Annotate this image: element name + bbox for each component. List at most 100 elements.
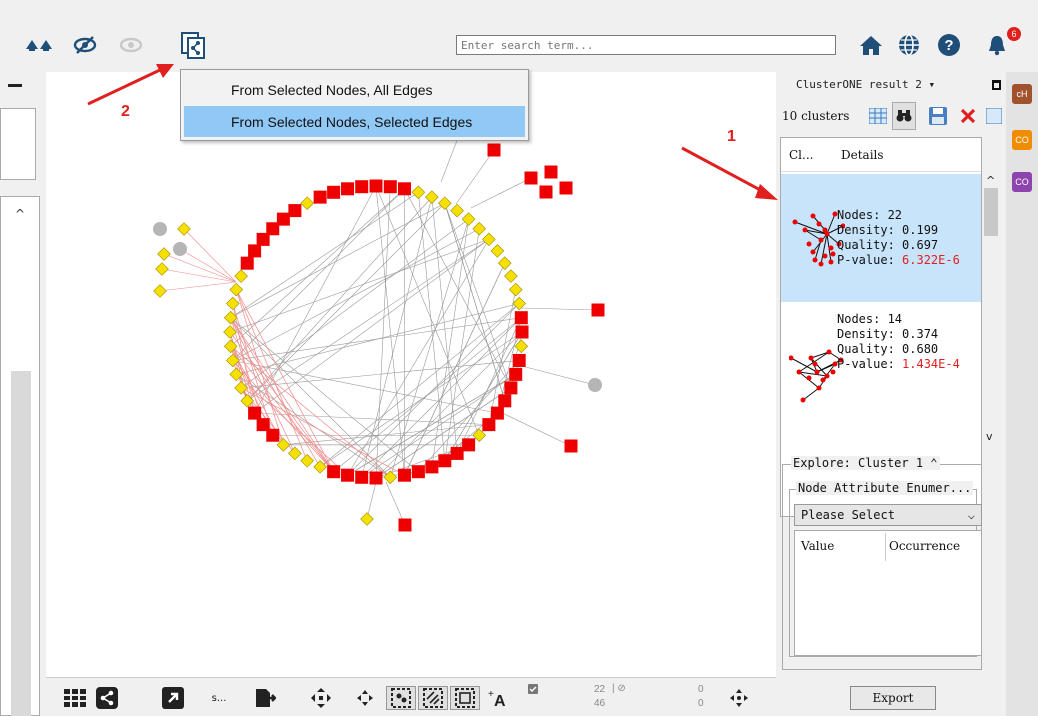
more-icon[interactable] [984, 106, 1004, 126]
network-node[interactable] [450, 203, 464, 218]
explore-title[interactable]: Explore: Cluster 1 ⌃ [791, 456, 940, 470]
network-node[interactable] [472, 221, 487, 236]
network-node[interactable] [240, 256, 254, 270]
network-node[interactable] [504, 381, 518, 395]
scroll-up-icon[interactable]: ^ [986, 174, 995, 187]
network-node[interactable] [256, 418, 270, 432]
network-node[interactable] [300, 196, 314, 211]
network-node[interactable] [497, 256, 512, 270]
select-edges-icon[interactable] [418, 686, 448, 710]
side-tab-ch[interactable]: cH [1012, 84, 1032, 104]
cluster-row-2[interactable]: Nodes: 14 Density: 0.374 Quality: 0.680 … [781, 306, 981, 434]
scroll-thumb[interactable] [984, 188, 998, 236]
search-input[interactable] [456, 35, 836, 55]
network-node[interactable] [508, 282, 523, 297]
network-node[interactable] [397, 468, 411, 482]
scroll-up-icon[interactable]: ^ [15, 207, 25, 221]
network-node[interactable] [313, 190, 327, 204]
network-node[interactable] [288, 446, 302, 461]
network-node[interactable] [341, 182, 355, 196]
cluster-list-scrollbar[interactable]: ^ v [982, 172, 1000, 517]
network-node[interactable] [248, 244, 262, 258]
show-icon[interactable] [116, 30, 146, 60]
open-external-icon[interactable] [160, 686, 186, 710]
table-view-icon[interactable] [868, 106, 888, 126]
network-node[interactable] [173, 242, 187, 256]
network-node[interactable] [300, 453, 314, 468]
network-node[interactable] [155, 262, 169, 276]
network-node[interactable] [524, 171, 538, 185]
select-annotations-icon[interactable] [450, 686, 480, 710]
network-node[interactable] [450, 446, 464, 460]
menu-item-selected-edges[interactable]: From Selected Nodes, Selected Edges [184, 106, 525, 137]
network-node[interactable] [514, 339, 529, 354]
network-node[interactable] [153, 222, 167, 236]
fit-content-icon[interactable] [308, 686, 334, 710]
grid-layout-icon[interactable] [62, 686, 88, 710]
home-icon[interactable] [856, 30, 886, 60]
network-node[interactable] [509, 367, 523, 381]
network-node[interactable] [229, 282, 244, 297]
network-node[interactable] [462, 438, 476, 452]
network-node[interactable] [341, 468, 355, 482]
network-node[interactable] [539, 185, 553, 199]
network-node[interactable] [383, 180, 397, 194]
network-node[interactable] [504, 269, 518, 283]
close-result-icon[interactable] [958, 106, 978, 126]
network-node[interactable] [411, 465, 425, 479]
first-neighbors-icon[interactable] [24, 30, 54, 60]
network-node[interactable] [355, 470, 369, 484]
network-node[interactable] [369, 179, 383, 193]
side-tab-co-2[interactable]: CO [1012, 172, 1032, 192]
network-node[interactable] [355, 180, 369, 194]
help-icon[interactable]: ? [934, 30, 964, 60]
network-node[interactable] [564, 439, 578, 453]
network-node[interactable] [482, 232, 496, 247]
network-graph[interactable] [46, 72, 776, 677]
network-node[interactable] [512, 353, 526, 367]
network-node[interactable] [276, 212, 290, 226]
binoculars-icon[interactable] [892, 102, 916, 130]
attribute-select[interactable]: Please Select ⌵ [794, 504, 982, 526]
new-network-from-selection-icon[interactable] [178, 30, 208, 60]
network-node[interactable] [515, 325, 529, 339]
network-view-icon[interactable] [94, 686, 120, 710]
network-node[interactable] [157, 247, 171, 261]
globe-icon[interactable] [894, 30, 924, 60]
network-node[interactable] [487, 143, 501, 157]
network-canvas[interactable] [46, 72, 776, 677]
minimize-icon[interactable] [8, 84, 22, 87]
network-node[interactable] [248, 406, 262, 420]
center-icon[interactable] [352, 686, 378, 710]
float-panel-icon[interactable] [992, 80, 1001, 90]
style-selector[interactable]: s... [202, 686, 236, 710]
network-node[interactable] [461, 212, 476, 226]
text-annotation-icon[interactable]: A + [484, 686, 514, 710]
navigator-icon[interactable] [726, 686, 752, 710]
save-icon[interactable] [928, 106, 948, 126]
network-node[interactable] [411, 185, 426, 200]
network-node[interactable] [313, 460, 327, 474]
export-image-icon[interactable] [252, 686, 278, 710]
network-node[interactable] [223, 325, 237, 339]
scroll-down-icon[interactable]: v [986, 430, 993, 443]
network-node[interactable] [498, 394, 512, 408]
zoom-selected-icon[interactable] [386, 686, 416, 710]
network-node[interactable] [369, 471, 383, 485]
network-node[interactable] [397, 182, 411, 196]
network-node[interactable] [226, 296, 240, 311]
network-node[interactable] [544, 165, 558, 179]
left-scrollbar[interactable] [11, 371, 31, 716]
network-node[interactable] [490, 244, 505, 258]
column-value[interactable]: Value [801, 539, 834, 553]
network-node[interactable] [490, 406, 504, 420]
network-node[interactable] [153, 284, 167, 298]
network-node[interactable] [425, 190, 439, 204]
cluster-row-1[interactable]: Nodes: 22 Density: 0.199 Quality: 0.697 … [781, 174, 981, 302]
network-node[interactable] [438, 454, 452, 468]
network-node[interactable] [514, 311, 528, 325]
network-node[interactable] [591, 303, 605, 317]
network-node[interactable] [327, 185, 341, 199]
network-node[interactable] [482, 418, 496, 432]
network-node[interactable] [559, 181, 573, 195]
